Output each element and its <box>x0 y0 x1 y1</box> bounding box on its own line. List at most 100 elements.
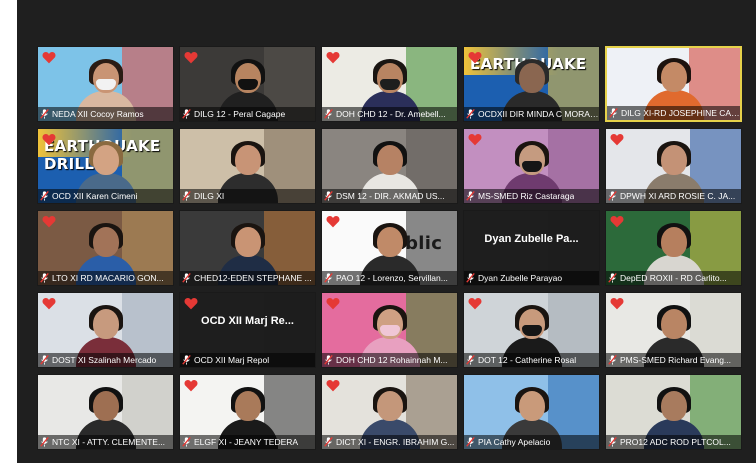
participant-name-bar: ELGF XI - JEANY TEDERA <box>180 435 315 449</box>
participant-name-bar: DSM 12 - DIR. AKMAD US... <box>322 189 457 203</box>
heart-reaction-icon <box>326 298 340 310</box>
participant-name-bar: OCD XII Marj Repol <box>180 353 315 367</box>
participant-tile[interactable]: DICT XI - ENGR. IBRAHIM G... <box>321 374 458 450</box>
participant-name: DILG XI-RD JOSEPHINE CABR... <box>621 108 740 118</box>
mic-muted-icon <box>466 437 475 447</box>
participant-name: OCD XII Karen Cimeni <box>52 191 138 201</box>
mic-muted-icon <box>40 109 49 119</box>
heart-reaction-icon <box>468 52 482 64</box>
participant-name: OCD XII Marj Repol <box>194 355 270 365</box>
participant-display-name: Dyan Zubelle Pa... <box>484 233 579 245</box>
mic-muted-icon <box>608 191 617 201</box>
participant-tile[interactable]: DepED ROXII - RD Carlito... <box>605 210 742 286</box>
participant-tile[interactable]: CHED12-EDEN STEPHANE ... <box>179 210 316 286</box>
participant-name-bar: Dyan Zubelle Parayao <box>464 271 599 285</box>
participant-name: PIA Cathy Apelacio <box>478 437 551 447</box>
participant-name: DOH CHD 12 - Dr. Amebell... <box>336 109 446 119</box>
participant-tile[interactable]: DPWH XI ARD ROSIE C. JA... <box>605 128 742 204</box>
mic-muted-icon <box>466 355 475 365</box>
participant-display-name: OCD XII Marj Re... <box>201 315 294 327</box>
participant-tile[interactable]: LTO XI RD MACARIO GON... <box>37 210 174 286</box>
participant-name: LTO XI RD MACARIO GON... <box>52 273 164 283</box>
participant-name-bar: PRO12 ADC ROD PLTCOL... <box>606 435 741 449</box>
participant-name: DOH CHD 12 Rohainnah M... <box>336 355 448 365</box>
participant-tile[interactable]: PMS-SMED Richard Evang... <box>605 292 742 368</box>
participant-tile[interactable]: DILG XI <box>179 128 316 204</box>
participant-name-bar: DOST XI Szalinah Mercado <box>38 353 173 367</box>
heart-reaction-icon <box>42 298 56 310</box>
heart-reaction-icon <box>610 216 624 228</box>
participant-name: DICT XI - ENGR. IBRAHIM G... <box>336 437 455 447</box>
mic-muted-icon <box>182 437 191 447</box>
mic-muted-icon <box>324 273 333 283</box>
participant-name-bar: NTC XI - ATTY. CLEMENTE... <box>38 435 173 449</box>
mic-muted-icon <box>466 191 475 201</box>
mic-muted-icon <box>182 191 191 201</box>
participant-name-bar: DILG 12 - Peral Cagape <box>180 107 315 121</box>
heart-reaction-icon <box>184 298 198 310</box>
participant-tile[interactable]: ublic PAO 12 - Lorenzo, Servillan... <box>321 210 458 286</box>
participant-tile[interactable]: ELGF XI - JEANY TEDERA <box>179 374 316 450</box>
mic-muted-icon <box>324 355 333 365</box>
mic-muted-icon <box>182 109 191 119</box>
participant-tile[interactable]: EARTHQUAKE OCDXII DIR MINDA C MORAN... <box>463 46 600 122</box>
participant-name: DILG 12 - Peral Cagape <box>194 109 286 119</box>
participant-name: PAO 12 - Lorenzo, Servillan... <box>336 273 448 283</box>
participant-name: DepED ROXII - RD Carlito... <box>620 273 727 283</box>
mic-muted-icon <box>608 355 617 365</box>
participant-tile[interactable]: DOH CHD 12 Rohainnah M... <box>321 292 458 368</box>
mic-muted-icon <box>40 273 49 283</box>
video-gallery: NEDA XII Cocoy Ramos DILG 12 - Peral Cag… <box>37 46 743 456</box>
heart-reaction-icon <box>326 216 340 228</box>
heart-reaction-icon <box>468 134 482 146</box>
participant-tile[interactable]: DILG XI-RD JOSEPHINE CABR... <box>605 46 742 122</box>
meeting-window: NEDA XII Cocoy Ramos DILG 12 - Peral Cag… <box>17 0 756 463</box>
participant-tile[interactable]: DOT 12 - Catherine Rosal <box>463 292 600 368</box>
participant-name-bar: OCDXII DIR MINDA C MORAN... <box>464 107 599 121</box>
participant-name-bar: DILG XI-RD JOSEPHINE CABR... <box>607 106 740 120</box>
participant-name-bar: DILG XI <box>180 189 315 203</box>
participant-tile[interactable]: NTC XI - ATTY. CLEMENTE... <box>37 374 174 450</box>
participant-name-bar: DPWH XI ARD ROSIE C. JA... <box>606 189 741 203</box>
participant-tile[interactable]: DSM 12 - DIR. AKMAD US... <box>321 128 458 204</box>
participant-name: DOT 12 - Catherine Rosal <box>478 355 577 365</box>
participant-name: DSM 12 - DIR. AKMAD US... <box>336 191 445 201</box>
participant-tile[interactable]: DOH CHD 12 - Dr. Amebell... <box>321 46 458 122</box>
participant-tile[interactable]: DILG 12 - Peral Cagape <box>179 46 316 122</box>
participant-name-bar: DICT XI - ENGR. IBRAHIM G... <box>322 435 457 449</box>
participant-tile[interactable]: EARTHQUAKE DRILL OCD XII Karen Cimeni <box>37 128 174 204</box>
participant-tile[interactable]: PRO12 ADC ROD PLTCOL... <box>605 374 742 450</box>
participant-name-bar: PAO 12 - Lorenzo, Servillan... <box>322 271 457 285</box>
mic-muted-icon <box>40 437 49 447</box>
participant-name-bar: DOT 12 - Catherine Rosal <box>464 353 599 367</box>
heart-reaction-icon <box>184 52 198 64</box>
participant-name: MS-SMED Riz Castaraga <box>478 191 575 201</box>
participant-name: PMS-SMED Richard Evang... <box>620 355 732 365</box>
mic-muted-icon <box>324 109 333 119</box>
participant-tile[interactable]: MS-SMED Riz Castaraga <box>463 128 600 204</box>
mic-muted-icon <box>182 273 191 283</box>
heart-reaction-icon <box>326 380 340 392</box>
participant-name-bar: DOH CHD 12 Rohainnah M... <box>322 353 457 367</box>
participant-name: DILG XI <box>194 191 225 201</box>
participant-name: PRO12 ADC ROD PLTCOL... <box>620 437 731 447</box>
participant-name: DPWH XI ARD ROSIE C. JA... <box>620 191 736 201</box>
participant-name: DOST XI Szalinah Mercado <box>52 355 157 365</box>
participant-name-bar: NEDA XII Cocoy Ramos <box>38 107 173 121</box>
heart-reaction-icon <box>42 52 56 64</box>
participant-name: CHED12-EDEN STEPHANE ... <box>194 273 312 283</box>
participant-tile[interactable]: NEDA XII Cocoy Ramos <box>37 46 174 122</box>
heart-reaction-icon <box>610 298 624 310</box>
heart-reaction-icon <box>42 216 56 228</box>
mic-muted-icon <box>40 355 49 365</box>
participant-tile[interactable]: PIA Cathy Apelacio <box>463 374 600 450</box>
participant-tile[interactable]: DOST XI Szalinah Mercado <box>37 292 174 368</box>
mic-muted-icon <box>324 437 333 447</box>
mic-muted-icon <box>182 355 191 365</box>
participant-tile[interactable]: Dyan Zubelle Pa... Dyan Zubelle Parayao <box>463 210 600 286</box>
participant-tile[interactable]: OCD XII Marj Re... OCD XII Marj Repol <box>179 292 316 368</box>
mic-muted-icon <box>466 273 475 283</box>
participant-name-bar: CHED12-EDEN STEPHANE ... <box>180 271 315 285</box>
participant-name-bar: LTO XI RD MACARIO GON... <box>38 271 173 285</box>
heart-reaction-icon <box>42 134 56 146</box>
